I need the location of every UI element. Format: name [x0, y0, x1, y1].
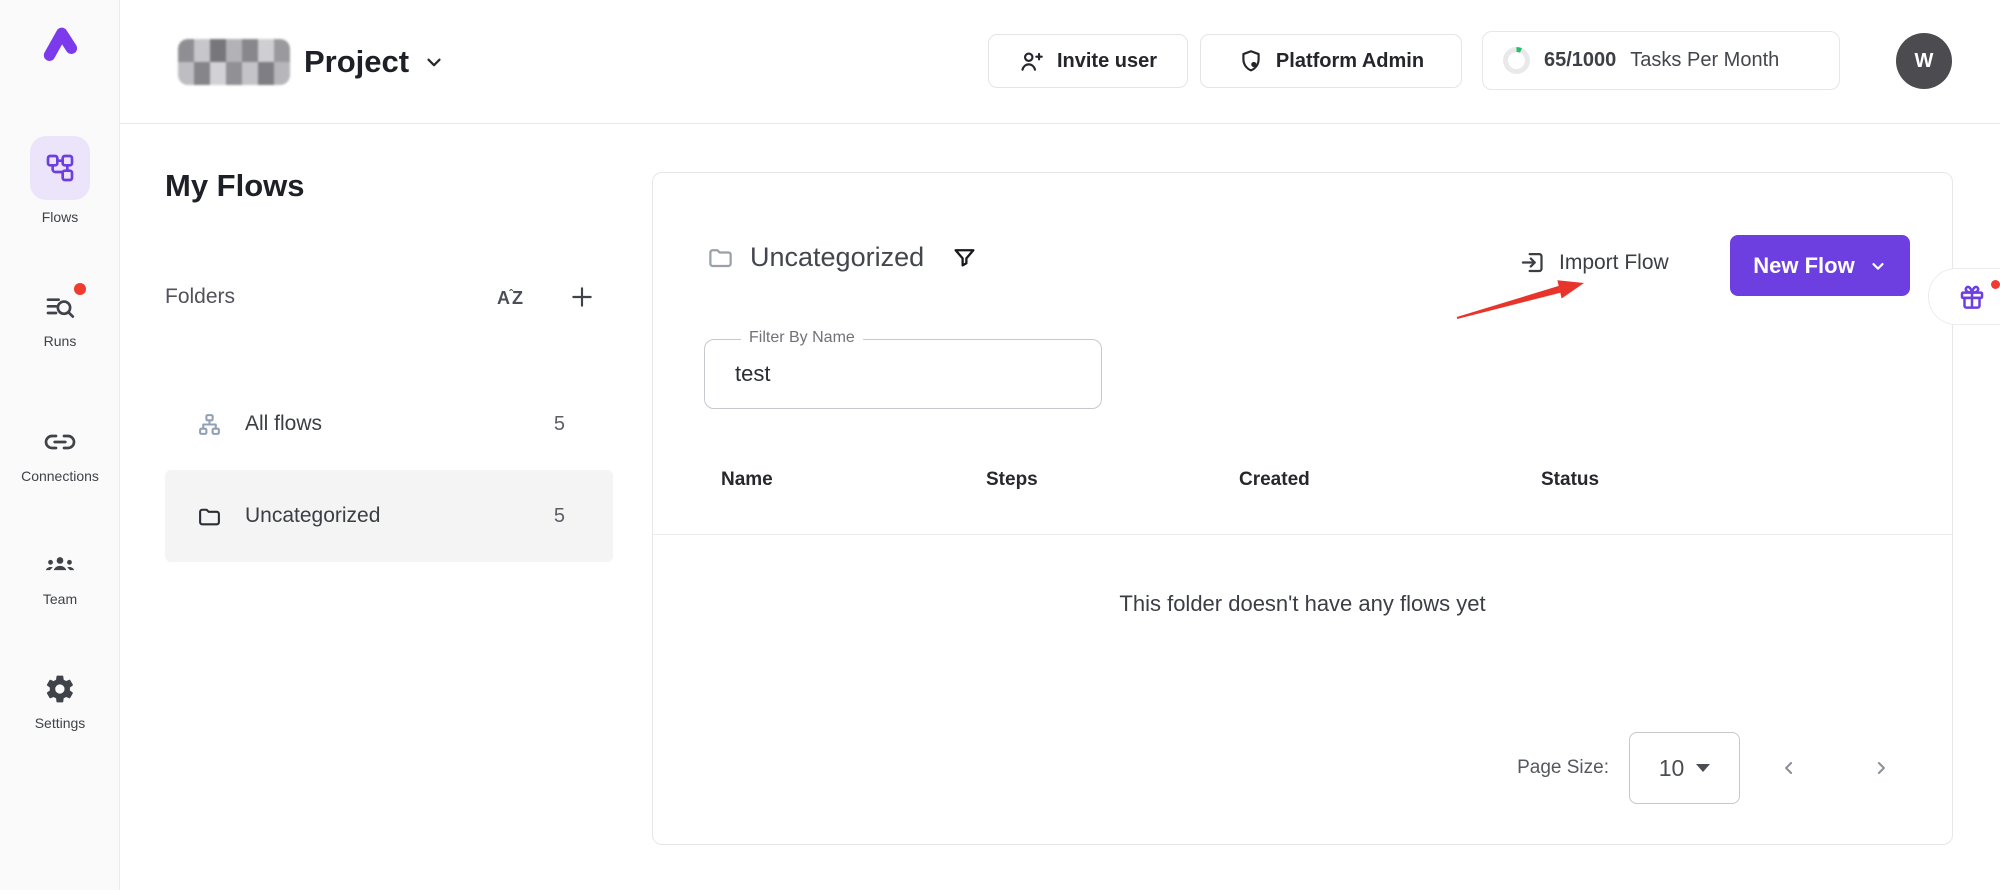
sidebar-item-label: Connections	[21, 468, 99, 484]
gift-icon	[1957, 282, 1987, 312]
tasks-count: 65/1000	[1544, 49, 1616, 72]
sidebar-item-settings[interactable]: Settings	[0, 672, 120, 731]
avatar-initial: W	[1915, 50, 1934, 73]
folder-count: 5	[554, 413, 565, 436]
sidebar-item-label: Runs	[44, 333, 77, 349]
chevron-down-icon	[1869, 257, 1887, 275]
column-header-created: Created	[1239, 469, 1541, 491]
sidebar: Flows Runs Connections	[0, 0, 120, 890]
filter-by-name-input[interactable]	[705, 340, 1101, 408]
column-header-steps: Steps	[986, 469, 1239, 491]
user-avatar[interactable]: W	[1896, 33, 1952, 89]
sidebar-item-label: Settings	[35, 715, 86, 731]
empty-state-message: This folder doesn't have any flows yet	[653, 591, 1952, 617]
folder-icon	[707, 244, 734, 271]
page-size-select[interactable]: 10	[1629, 732, 1740, 804]
table-divider	[653, 534, 1952, 535]
active-item-highlight	[30, 136, 90, 200]
tasks-progress-ring	[1503, 47, 1530, 74]
column-header-name: Name	[721, 469, 986, 491]
runs-search-icon	[44, 291, 76, 323]
project-name-redacted	[178, 39, 290, 85]
activepieces-logo[interactable]	[0, 22, 120, 64]
red-annotation-arrow	[1451, 277, 1591, 325]
chevron-down-icon	[423, 51, 445, 73]
app-root: Flows Runs Connections	[0, 0, 2000, 890]
add-folder-button[interactable]	[569, 284, 595, 310]
folder-label: Uncategorized	[245, 504, 380, 528]
folder-count: 5	[554, 505, 565, 528]
tree-icon	[197, 412, 222, 437]
folder-label: All flows	[245, 412, 322, 436]
column-header-status: Status	[1541, 469, 1912, 491]
invite-user-button[interactable]: Invite user	[988, 34, 1188, 88]
new-flow-button[interactable]: New Flow	[1730, 235, 1910, 296]
import-flow-button[interactable]: Import Flow	[1519, 249, 1669, 276]
next-page-button[interactable]	[1856, 743, 1906, 793]
rewards-notification-dot	[1991, 280, 2000, 289]
sort-alpha-icon[interactable]: AˆZ	[497, 288, 523, 307]
sidebar-item-connections[interactable]: Connections	[0, 425, 120, 484]
sidebar-item-flows[interactable]: Flows	[0, 136, 120, 225]
folder-icon	[197, 504, 222, 529]
sidebar-item-team[interactable]: Team	[0, 548, 120, 607]
table-header-row: Name Steps Created Status	[721, 469, 1912, 491]
folders-heading: Folders	[165, 285, 235, 309]
select-arrow-icon	[1696, 764, 1710, 772]
plus-icon	[569, 284, 595, 310]
tasks-usage-badge[interactable]: 65/1000 Tasks Per Month	[1482, 31, 1840, 90]
card-title-row: Uncategorized	[707, 235, 977, 279]
folder-item-uncategorized[interactable]: Uncategorized 5	[165, 470, 613, 562]
rewards-tab[interactable]	[1928, 268, 2000, 325]
workflow-icon	[44, 152, 76, 184]
user-plus-icon	[1019, 48, 1045, 74]
logo-mark-icon	[39, 22, 81, 64]
filter-by-name-field: Filter By Name	[704, 339, 1102, 409]
page-size-value: 10	[1659, 755, 1685, 782]
shield-admin-icon	[1238, 48, 1264, 74]
platform-admin-label: Platform Admin	[1276, 50, 1424, 73]
sidebar-item-label: Flows	[42, 209, 79, 225]
pagination-bar: Page Size: 10	[1517, 732, 1906, 804]
page-title: My Flows	[165, 168, 305, 204]
gear-icon	[44, 673, 76, 705]
sidebar-item-label: Team	[43, 591, 77, 607]
import-icon	[1519, 249, 1546, 276]
top-header: Project Invite user Platform Admin 65/10…	[120, 0, 2000, 124]
project-label: Project	[304, 44, 409, 80]
folder-item-all-flows[interactable]: All flows 5	[165, 378, 613, 470]
team-icon	[44, 549, 76, 581]
flows-card: Uncategorized Import Flow New Flow	[652, 172, 1953, 845]
filter-field-label: Filter By Name	[741, 329, 863, 347]
chevron-left-icon	[1779, 758, 1799, 778]
project-selector[interactable]: Project	[178, 34, 445, 90]
page-size-label: Page Size:	[1517, 757, 1609, 779]
filter-funnel-icon[interactable]	[952, 245, 977, 270]
tasks-label: Tasks Per Month	[1630, 49, 1779, 72]
import-flow-label: Import Flow	[1559, 251, 1669, 275]
invite-user-label: Invite user	[1057, 50, 1157, 73]
sidebar-item-runs[interactable]: Runs	[0, 290, 120, 349]
folders-header: Folders AˆZ	[165, 280, 613, 314]
new-flow-label: New Flow	[1753, 253, 1854, 279]
previous-page-button[interactable]	[1764, 743, 1814, 793]
platform-admin-button[interactable]: Platform Admin	[1200, 34, 1462, 88]
card-title: Uncategorized	[750, 242, 924, 273]
chevron-right-icon	[1871, 758, 1891, 778]
link-icon	[44, 426, 76, 458]
runs-notification-dot	[74, 283, 86, 295]
